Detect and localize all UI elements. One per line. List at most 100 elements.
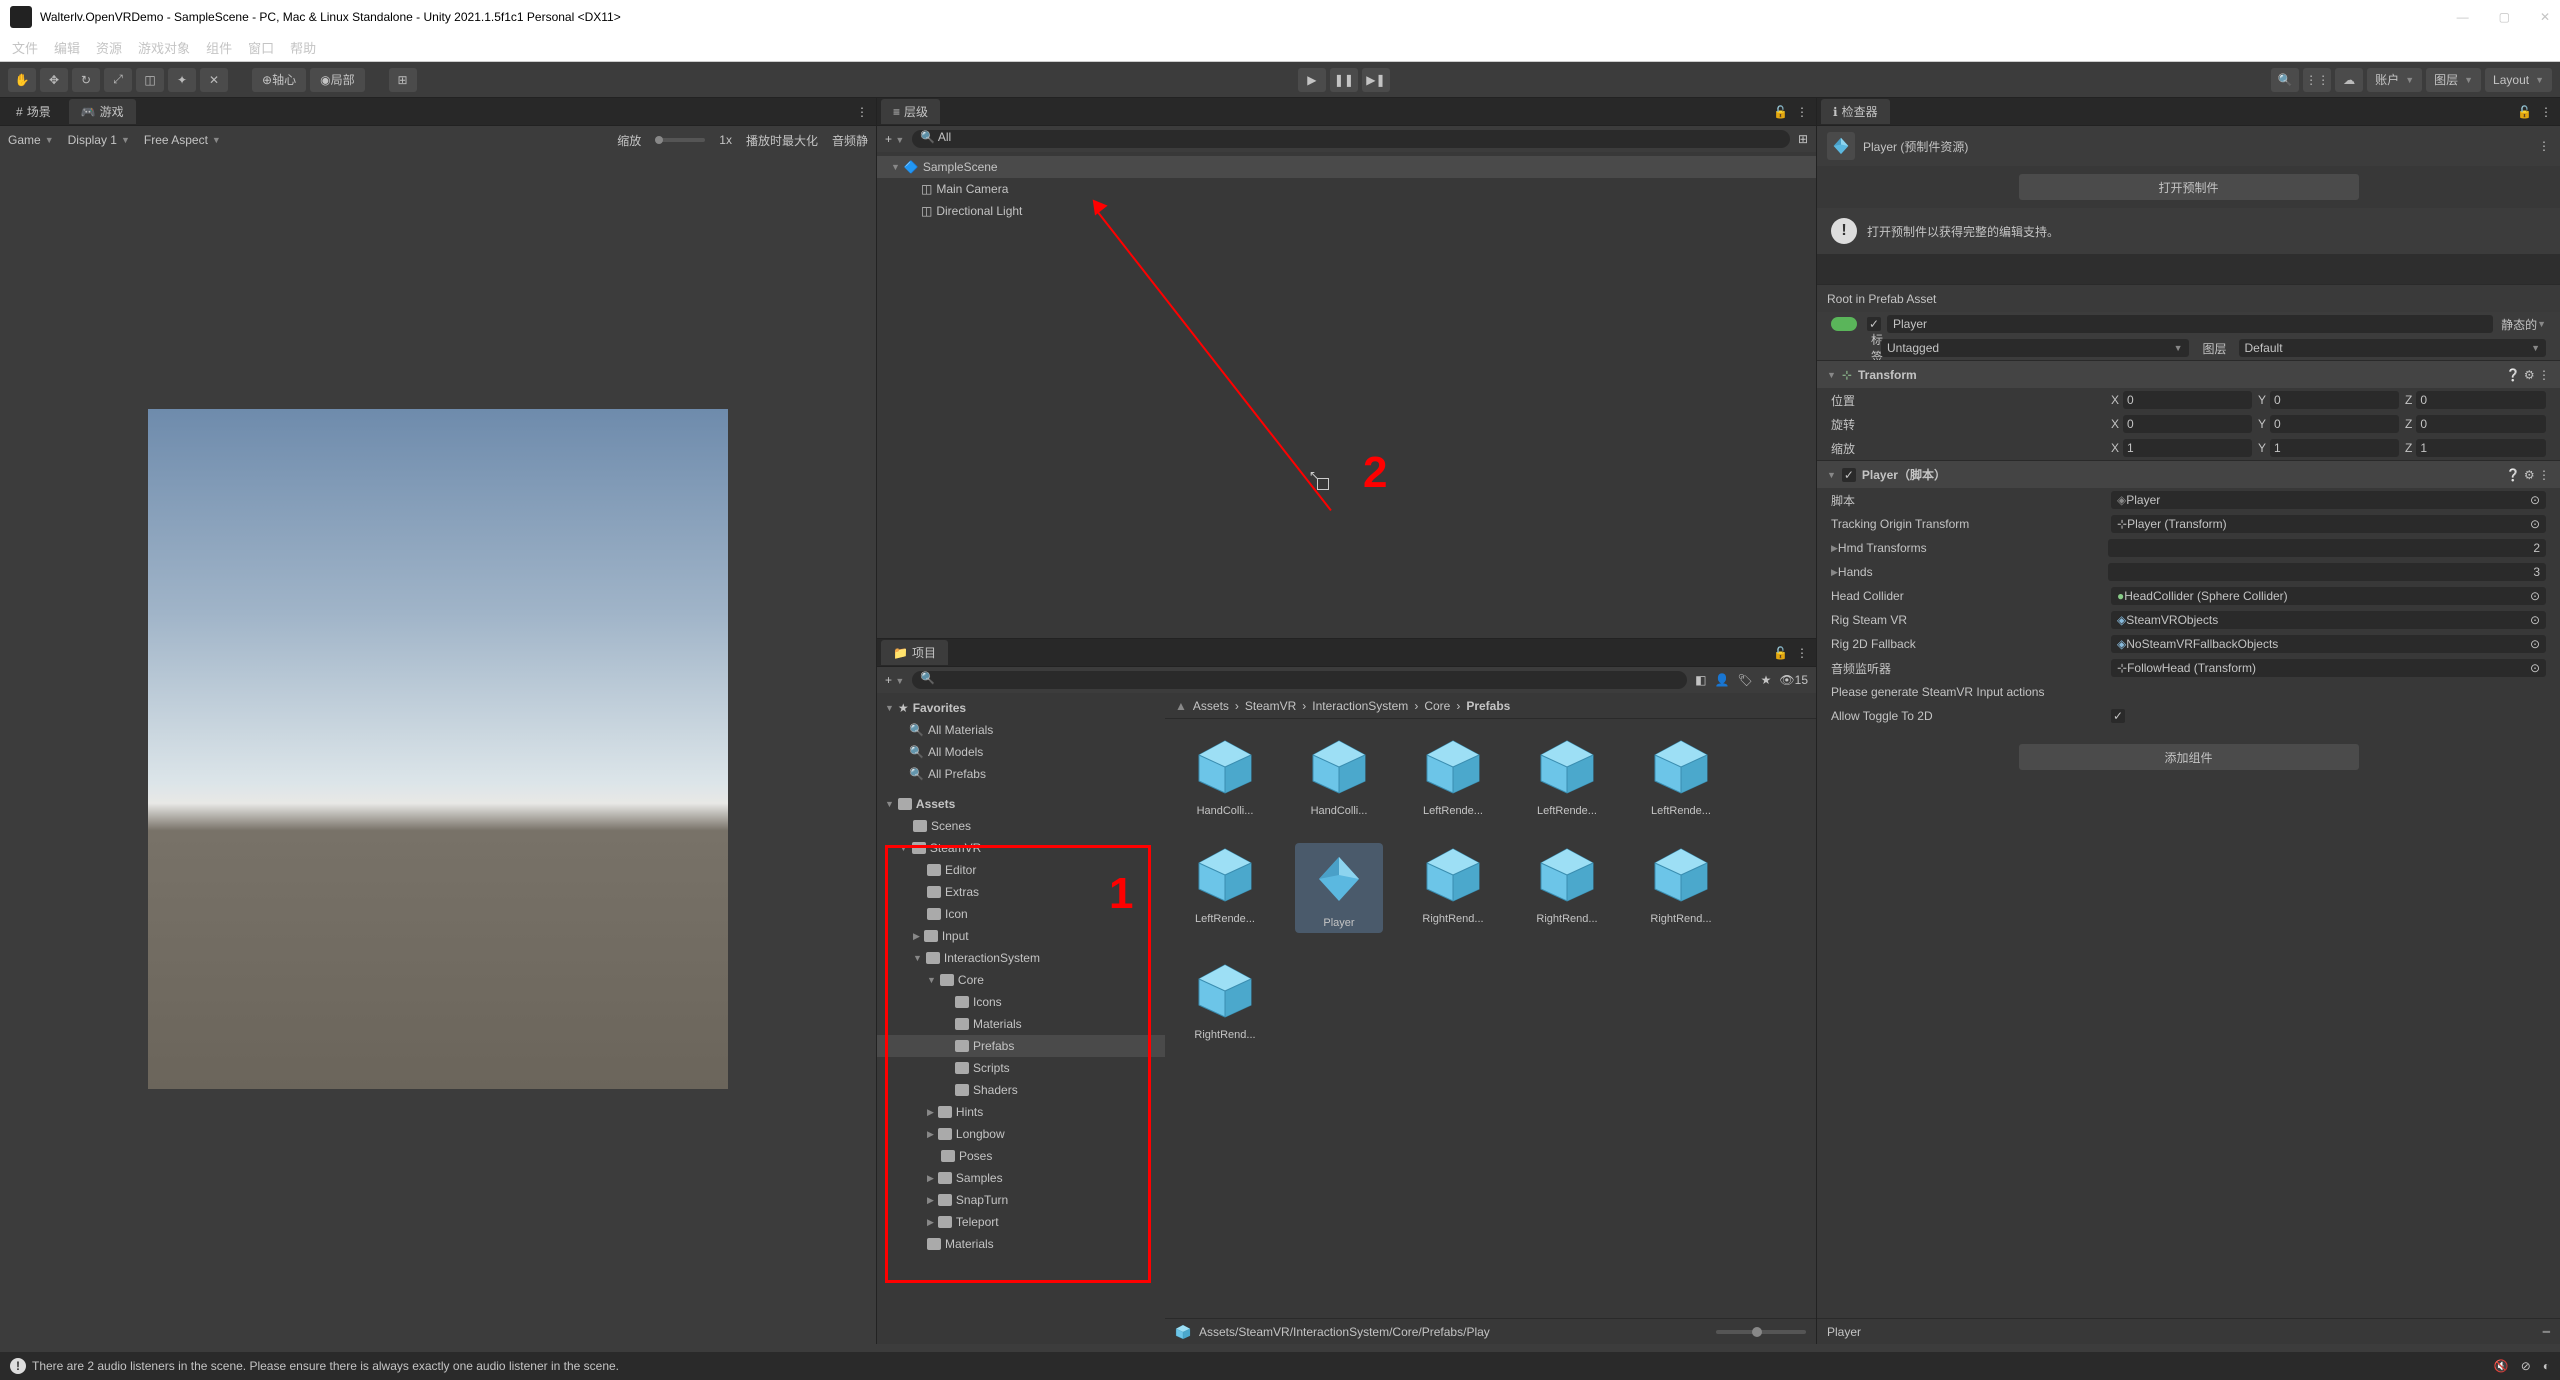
panel-menu-icon[interactable]: ⋮ (1796, 105, 1808, 119)
pivot-toggle[interactable]: ⊕轴心 (252, 68, 306, 92)
folder-core[interactable]: ▼Core (877, 969, 1165, 991)
panel-menu-icon[interactable]: ⋮ (2540, 105, 2552, 119)
asset-item[interactable]: LeftRende... (1409, 735, 1497, 817)
layer-dropdown[interactable]: Default▼ (2239, 339, 2547, 357)
panel-menu-icon[interactable]: ⋮ (2538, 139, 2550, 153)
prop-label[interactable]: Hands (1838, 565, 2108, 579)
hidden-count[interactable]: 👁15 (1779, 673, 1808, 687)
hand-tool-button[interactable]: ✋ (8, 68, 36, 92)
folder-editor[interactable]: Editor (877, 859, 1165, 881)
rig-steam-field[interactable]: ◈SteamVRObjects⊙ (2111, 611, 2546, 629)
favorites-row[interactable]: ▼★Favorites (877, 697, 1165, 719)
step-button[interactable]: ▶❚ (1362, 68, 1390, 92)
audio-label[interactable]: 音频静 (832, 132, 868, 149)
name-field[interactable]: Player (1887, 315, 2493, 333)
star-icon[interactable]: ★ (1761, 673, 1772, 687)
asset-item[interactable]: LeftRende... (1637, 735, 1725, 817)
filter-icon[interactable]: 🏷 (1737, 673, 1752, 687)
cloud-icon[interactable]: ☁ (2335, 68, 2363, 92)
asset-item[interactable]: HandColli... (1181, 735, 1269, 817)
pos-y[interactable] (2270, 391, 2399, 409)
project-tab[interactable]: 📁项目 (881, 640, 948, 665)
menu-help[interactable]: 帮助 (290, 38, 316, 57)
scl-y[interactable] (2270, 439, 2399, 457)
collab-icon[interactable]: ⋮⋮ (2303, 68, 2331, 92)
menu-gameobject[interactable]: 游戏对象 (138, 38, 190, 57)
hierarchy-item-main-camera[interactable]: ◫Main Camera (877, 178, 1816, 200)
panel-lock-icon[interactable]: 🔓 (2517, 105, 2532, 119)
custom-tool-button[interactable]: ✕ (200, 68, 228, 92)
asset-item[interactable]: HandColli... (1295, 735, 1383, 817)
tag-dropdown[interactable]: Untagged▼ (1881, 339, 2189, 357)
asset-item[interactable]: RightRend... (1523, 843, 1611, 933)
fav-all-materials[interactable]: 🔍All Materials (877, 719, 1165, 741)
move-tool-button[interactable]: ✥ (40, 68, 68, 92)
folder-steamvr[interactable]: ▼SteamVR (877, 837, 1165, 859)
hierarchy-tab[interactable]: ≡层级 (881, 99, 940, 124)
scl-x[interactable] (2123, 439, 2252, 457)
audio-listener-field[interactable]: ⊹ FollowHead (Transform)⊙ (2111, 659, 2546, 677)
maximize-label[interactable]: 播放时最大化 (746, 132, 818, 149)
close-button[interactable]: ✕ (2540, 10, 2550, 24)
minimize-button[interactable]: — (2457, 10, 2469, 24)
scl-z[interactable] (2416, 439, 2546, 457)
fav-all-prefabs[interactable]: 🔍All Prefabs (877, 763, 1165, 785)
asset-item[interactable]: RightRend... (1181, 959, 1269, 1041)
local-toggle[interactable]: ◉局部 (310, 68, 365, 92)
filter-icon[interactable]: ◧ (1695, 673, 1706, 687)
panel-lock-icon[interactable]: 🔓 (1773, 105, 1788, 119)
rot-y[interactable] (2270, 415, 2399, 433)
hierarchy-item-directional-light[interactable]: ◫Directional Light (877, 200, 1816, 222)
active-toggle[interactable] (1831, 317, 1857, 331)
scale-tool-button[interactable]: ⤢ (104, 68, 132, 92)
crumb-steamvr[interactable]: SteamVR (1245, 699, 1296, 713)
transform-header[interactable]: ▼⊹Transform ❔ ⚙ ⋮ (1817, 360, 2560, 388)
game-mode-dropdown[interactable]: Game▼ (8, 133, 54, 147)
folder-extras[interactable]: Extras (877, 881, 1165, 903)
static-label[interactable]: 静态的 (2501, 316, 2537, 333)
scene-icon[interactable]: ⊞ (1798, 132, 1808, 146)
folder-materials[interactable]: Materials (877, 1013, 1165, 1035)
menu-component[interactable]: 组件 (206, 38, 232, 57)
rot-x[interactable] (2123, 415, 2252, 433)
create-dropdown[interactable]: + ▼ (885, 132, 904, 146)
folder-poses[interactable]: Poses (877, 1145, 1165, 1167)
hands-field[interactable]: 3 (2108, 563, 2546, 581)
snap-button[interactable]: ⊞ (389, 68, 417, 92)
hierarchy-search[interactable]: 🔍 All (912, 130, 1790, 148)
rig-2d-field[interactable]: ◈NoSteamVRFallbackObjects⊙ (2111, 635, 2546, 653)
account-dropdown[interactable]: 账户▼ (2367, 68, 2422, 92)
aspect-dropdown[interactable]: Free Aspect▼ (144, 133, 221, 147)
crumb-prefabs[interactable]: Prefabs (1466, 699, 1510, 713)
crumb-is[interactable]: InteractionSystem (1312, 699, 1408, 713)
open-prefab-button[interactable]: 打开预制件 (2019, 174, 2359, 200)
scale-slider[interactable] (655, 138, 705, 142)
folder-scripts[interactable]: Scripts (877, 1057, 1165, 1079)
asset-item[interactable]: LeftRende... (1181, 843, 1269, 933)
add-component-button[interactable]: 添加组件 (2019, 744, 2359, 770)
status-icon[interactable]: ◐ (2543, 1359, 2550, 1373)
asset-item[interactable]: RightRend... (1637, 843, 1725, 933)
player-script-header[interactable]: ▼✓Player（脚本） ❔ ⚙ ⋮ (1817, 460, 2560, 488)
rect-tool-button[interactable]: ◫ (136, 68, 164, 92)
menu-edit[interactable]: 编辑 (54, 38, 80, 57)
project-search[interactable]: 🔍 (912, 671, 1687, 689)
panel-lock-icon[interactable]: 🔓 (1773, 646, 1788, 660)
display-dropdown[interactable]: Display 1▼ (68, 133, 130, 147)
play-button[interactable]: ▶ (1298, 68, 1326, 92)
panel-menu-icon[interactable]: ⋮ (856, 105, 868, 119)
folder-longbow[interactable]: ▶Longbow (877, 1123, 1165, 1145)
folder-interactionsystem[interactable]: ▼InteractionSystem (877, 947, 1165, 969)
scene-tab[interactable]: #场景 (4, 99, 63, 124)
asset-item[interactable]: LeftRende... (1523, 735, 1611, 817)
toggle-2d-checkbox[interactable]: ✓ (2111, 709, 2125, 723)
pause-button[interactable]: ❚❚ (1330, 68, 1358, 92)
grid-size-slider[interactable] (1716, 1330, 1806, 1334)
status-icon[interactable]: ⊘ (2521, 1359, 2531, 1373)
inspector-tab[interactable]: ℹ检查器 (1821, 99, 1890, 124)
folder-scenes[interactable]: Scenes (877, 815, 1165, 837)
menu-assets[interactable]: 资源 (96, 38, 122, 57)
layers-dropdown[interactable]: 图层▼ (2426, 68, 2481, 92)
folder-snapturn[interactable]: ▶SnapTurn (877, 1189, 1165, 1211)
hmd-field[interactable]: 2 (2108, 539, 2546, 557)
